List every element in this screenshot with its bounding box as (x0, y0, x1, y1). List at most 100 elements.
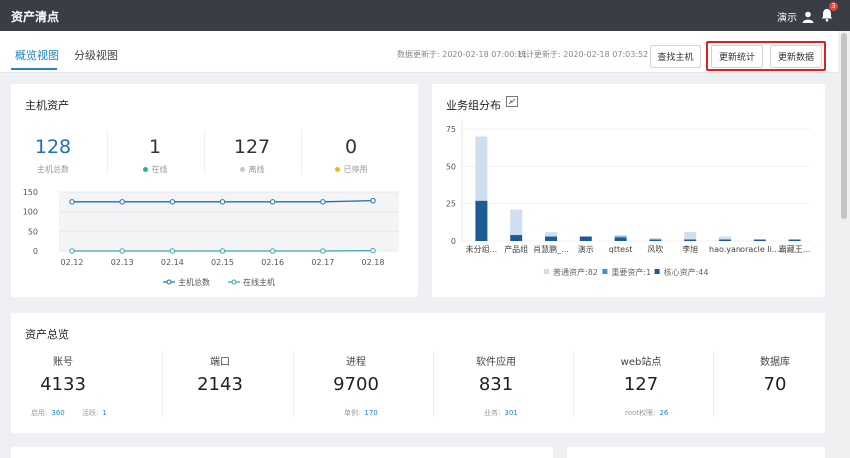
tab-overview[interactable]: 概览视图 (15, 47, 59, 63)
websites-root[interactable]: root权限: 26 (625, 408, 668, 418)
overview-processes-value: 9700 (333, 374, 379, 395)
data-point (119, 199, 125, 205)
overview-ports[interactable]: 端口 2143 (185, 353, 255, 395)
software-business[interactable]: 业务: 301 (484, 408, 518, 418)
bar-segment (614, 235, 627, 237)
y-tick-label: 150 (23, 188, 38, 197)
x-tick-label: qttest (609, 245, 633, 254)
bar-segment (579, 236, 592, 241)
data-point (69, 248, 75, 254)
business-group-chart: 75 50 25 0 未分组... 产品组 肖慧鹏_... 演示 qttest 风吹 李旭 hao.y… (446, 119, 811, 277)
accounts-active-value: 1 (102, 409, 107, 417)
accounts-active-label: 活跃: (82, 409, 99, 417)
accounts-enabled[interactable]: 启用: 360 (31, 408, 65, 418)
data-point (320, 248, 326, 254)
legend-label: 在线主机 (243, 277, 275, 287)
y-tick-label: 75 (446, 125, 456, 134)
overview-websites-value: 127 (623, 374, 659, 395)
processes-single[interactable]: 单例: 170 (344, 408, 378, 418)
legend-label: 核心资产:44 (664, 267, 709, 277)
overview-websites-label: web站点 (620, 357, 662, 368)
software-business-value: 301 (504, 409, 518, 417)
bar-segment (753, 239, 766, 241)
x-tick-label: 02.16 (261, 258, 284, 267)
legend-label: 主机总数 (178, 277, 210, 287)
overview-accounts[interactable]: 账号 4133 (28, 353, 98, 395)
data-point (219, 248, 226, 254)
x-tick-label: 未分组... (466, 244, 498, 254)
data-point (219, 199, 226, 205)
overview-databases[interactable]: 数据库 70 (740, 353, 810, 395)
accounts-enabled-value: 360 (51, 409, 65, 417)
bar-segment (788, 239, 801, 241)
bar-segment (649, 238, 662, 240)
overview-databases-value: 70 (763, 374, 787, 395)
tab-hierarchy[interactable]: 分级视图 (74, 47, 118, 63)
bar-segment (684, 232, 697, 240)
x-tick-label: 产品组 (504, 244, 528, 254)
bar-segment (614, 238, 627, 241)
overview-ports-label: 端口 (210, 357, 230, 368)
bar-segment (475, 136, 488, 201)
bar-segment (545, 232, 557, 237)
x-tick-label: oracle li... (740, 245, 779, 254)
overview-software[interactable]: 软件应用 831 (461, 353, 531, 395)
legend-swatch (602, 269, 608, 274)
x-tick-label: 02.17 (311, 258, 334, 267)
host-assets-card: 主机资产 128 主机总数 1 在线 127 离线 0 已停用 150 100 50… (11, 84, 418, 297)
data-point (169, 199, 176, 205)
divider (293, 351, 294, 417)
bar-segment (649, 239, 662, 241)
websites-root-value: 26 (659, 409, 669, 417)
page-scrollbar[interactable] (838, 31, 850, 458)
processes-single-value: 170 (364, 409, 378, 417)
data-update-time: 数据更新于: 2020-02-18 07:00:11 (397, 50, 528, 59)
bar-segment (684, 239, 697, 241)
x-tick-label: 02.12 (61, 258, 84, 267)
scrollbar-thumb[interactable] (841, 33, 847, 219)
overview-websites[interactable]: web站点 127 (606, 353, 676, 395)
divider (162, 351, 163, 417)
overview-software-value: 831 (478, 374, 514, 395)
bar-segment (545, 236, 557, 241)
legend-marker (231, 279, 237, 285)
x-tick-label: 02.18 (362, 258, 385, 267)
overview-databases-label: 数据库 (760, 357, 790, 368)
accounts-active[interactable]: 活跃: 1 (82, 408, 107, 418)
divider (573, 351, 574, 417)
overview-processes-label: 进程 (346, 357, 366, 368)
x-tick-label: 演示 (578, 244, 594, 254)
user-menu[interactable]: 演示 (777, 9, 814, 24)
bottom-left-card (11, 447, 553, 458)
software-business-label: 业务: (484, 409, 501, 417)
data-point (370, 197, 376, 204)
data-point (370, 247, 376, 254)
user-icon (802, 11, 814, 23)
x-tick-label: 霸藏王... (779, 244, 811, 254)
divider (433, 351, 434, 417)
divider (713, 351, 714, 417)
data-point (320, 199, 326, 205)
accounts-enabled-label: 启用: (31, 409, 48, 417)
bar-segment (510, 235, 523, 241)
x-tick-label: 李旭 (682, 244, 698, 254)
data-point (269, 199, 276, 205)
legend-swatch (544, 269, 549, 274)
bar-segment (719, 239, 731, 241)
highlight-annotation (706, 41, 826, 71)
active-tab-indicator (11, 68, 57, 70)
x-tick-label: 02.13 (111, 258, 134, 267)
legend-label: 普通资产:82 (553, 267, 598, 277)
y-tick-label: 0 (451, 237, 456, 246)
y-tick-label: 0 (33, 247, 38, 256)
overview-accounts-value: 4133 (40, 374, 86, 395)
notification-badge: 3 (829, 2, 838, 11)
overview-processes[interactable]: 进程 9700 (321, 353, 391, 395)
stats-update-time: 统计更新于: 2020-02-18 07:03:52 (518, 50, 649, 59)
x-tick-label: 02.15 (211, 258, 234, 267)
y-tick-label: 50 (446, 162, 456, 171)
bar-segment (510, 209, 523, 236)
data-point (269, 248, 276, 254)
x-tick-label: 风吹 (647, 244, 663, 254)
find-host-button[interactable]: 查找主机 (650, 45, 701, 68)
